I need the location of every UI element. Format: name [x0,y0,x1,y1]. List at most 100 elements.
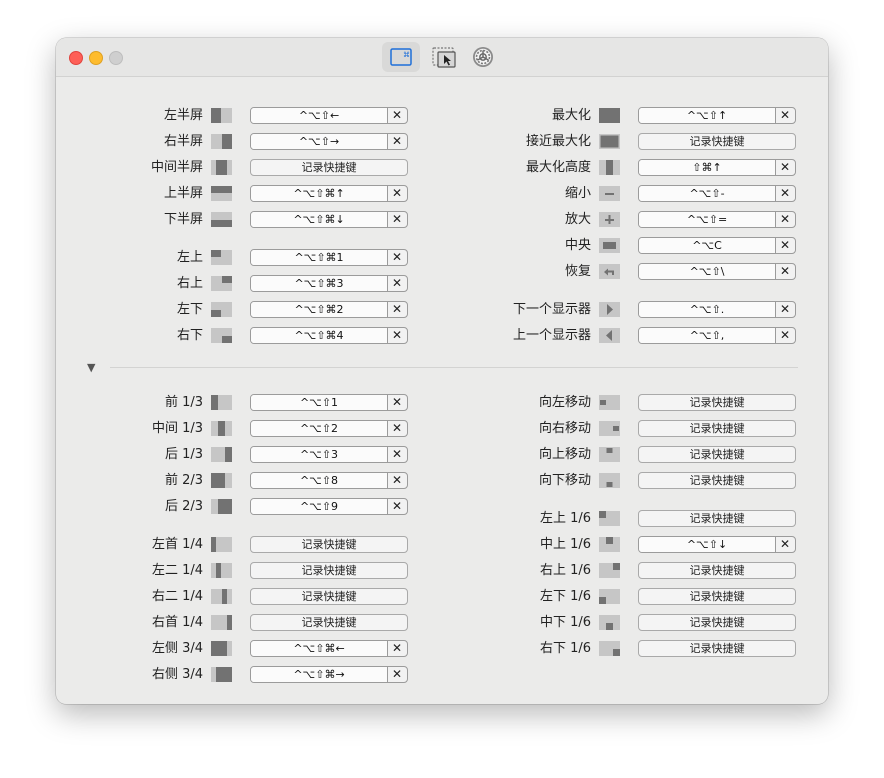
shortcut-field[interactable]: ^⌥⇧= ✕ [638,211,796,228]
move-down-icon [599,473,620,488]
tab-shortcuts[interactable]: ⌘ [382,42,420,72]
shortcut-label: 中下 1/6 [539,615,591,630]
shortcut-row: 右下 1/6 记录快捷键 [56,639,828,659]
previous-display-icon [599,328,620,343]
clear-shortcut-button[interactable]: ✕ [775,108,795,123]
shortcut-value[interactable]: ^⌥⇧- [639,186,776,201]
move-left-icon [599,395,620,410]
record-shortcut-button[interactable]: 记录快捷键 [638,614,796,631]
last-three-fourths-icon [211,667,232,682]
record-shortcut-button[interactable]: 记录快捷键 [638,394,796,411]
shortcut-label: 上一个显示器 [512,328,591,343]
title-bar: ⌘ [56,38,828,77]
record-shortcut-button[interactable]: 记录快捷键 [638,420,796,437]
bottom-center-sixth-icon [599,615,620,630]
shortcut-label: 中央 [564,238,591,253]
shortcut-field[interactable]: ^⌥C ✕ [638,237,796,254]
shortcut-value[interactable]: ^⌥⇧↓ [639,537,776,552]
shortcut-value[interactable]: ^⌥⇧, [639,328,776,343]
maximize-icon [599,108,620,123]
tab-snap-areas[interactable] [424,42,462,72]
shortcut-field[interactable]: ^⌥⇧. ✕ [638,301,796,318]
shortcut-label: 缩小 [564,186,591,201]
record-shortcut-button[interactable]: 记录快捷键 [638,446,796,463]
shortcut-field[interactable]: ^⌥⇧↓ ✕ [638,536,796,553]
clear-shortcut-button[interactable]: ✕ [775,264,795,279]
top-left-sixth-icon [599,511,620,526]
clear-shortcut-button[interactable]: ✕ [775,212,795,227]
shortcut-field[interactable]: ^⌥⇧⌘→ ✕ [250,666,408,683]
clear-shortcut-button[interactable]: ✕ [775,186,795,201]
shortcut-row: 接近最大化 记录快捷键 [56,132,828,152]
maximize-height-icon [599,160,620,175]
record-shortcut-button[interactable]: 记录快捷键 [638,640,796,657]
gear-icon [473,47,493,67]
shortcut-value[interactable]: ^⌥C [639,238,776,253]
tab-settings[interactable] [464,42,502,72]
clear-shortcut-button[interactable]: ✕ [775,328,795,343]
shortcut-row: 中下 1/6 记录快捷键 [56,613,828,633]
clear-shortcut-button[interactable]: ✕ [775,160,795,175]
minus-icon [599,186,620,201]
shortcut-value[interactable]: ^⌥⇧⌘→ [251,667,388,682]
shortcut-row: 向左移动 记录快捷键 [56,393,828,413]
shortcut-row: 上一个显示器 ^⌥⇧, ✕ [56,326,828,346]
record-shortcut-button[interactable]: 记录快捷键 [638,510,796,527]
shortcut-label: 接近最大化 [525,134,591,149]
record-shortcut-button[interactable]: 记录快捷键 [638,133,796,150]
shortcut-value[interactable]: ⇧⌘↑ [639,160,776,175]
record-shortcut-button[interactable]: 记录快捷键 [638,588,796,605]
shortcut-row: 恢复 ^⌥⇧\ ✕ [56,262,828,282]
shortcut-label: 最大化 [551,108,591,123]
minimize-window-button[interactable] [89,51,103,65]
shortcut-row: 缩小 ^⌥⇧- ✕ [56,184,828,204]
snap-area-icon [432,47,456,68]
next-display-icon [599,302,620,317]
shortcut-row: 最大化 ^⌥⇧↑ ✕ [56,106,828,126]
shortcut-label: 左上 1/6 [539,511,591,526]
shortcut-value[interactable]: ^⌥⇧\ [639,264,776,279]
shortcut-label: 恢复 [564,264,591,279]
shortcut-label: 向下移动 [538,473,591,488]
clear-shortcut-button[interactable]: ✕ [775,238,795,253]
shortcut-label: 右侧 3/4 [151,667,203,682]
top-center-sixth-icon [599,537,620,552]
shortcut-field[interactable]: ^⌥⇧↑ ✕ [638,107,796,124]
almost-maximize-icon [599,134,620,149]
shortcut-field[interactable]: ^⌥⇧\ ✕ [638,263,796,280]
shortcut-row: 中上 1/6 ^⌥⇧↓ ✕ [56,535,828,555]
shortcut-field[interactable]: ^⌥⇧- ✕ [638,185,796,202]
shortcut-label: 右下 1/6 [539,641,591,656]
clear-shortcut-button[interactable]: ✕ [387,667,407,682]
expand-toggle[interactable]: ▼ [87,362,95,374]
record-shortcut-button[interactable]: 记录快捷键 [638,562,796,579]
shortcut-value[interactable]: ^⌥⇧= [639,212,776,227]
shortcut-label: 向左移动 [538,395,591,410]
shortcut-row: 中央 ^⌥C ✕ [56,236,828,256]
shortcut-row: 右侧 3/4 ^⌥⇧⌘→ ✕ [56,665,828,685]
shortcut-value[interactable]: ^⌥⇧↑ [639,108,776,123]
keyboard-shortcut-icon: ⌘ [390,48,412,66]
preferences-window: ⌘ ▼ 左半屏 ^⌥⇧← ✕ 右半屏 ^⌥⇧→ ✕ 中间半屏 记录快捷键 上半屏 ^⌥⇧⌘↑ ✕ 下半… [56,38,828,704]
shortcut-row: 向上移动 记录快捷键 [56,445,828,465]
shortcut-value[interactable]: ^⌥⇧. [639,302,776,317]
clear-shortcut-button[interactable]: ✕ [775,537,795,552]
shortcut-field[interactable]: ^⌥⇧, ✕ [638,327,796,344]
center-icon [599,238,620,253]
move-right-icon [599,421,620,436]
shortcut-label: 最大化高度 [525,160,591,175]
shortcut-row: 左上 1/6 记录快捷键 [56,509,828,529]
svg-text:⌘: ⌘ [403,51,410,59]
close-window-button[interactable] [69,51,83,65]
shortcut-label: 右上 1/6 [539,563,591,578]
shortcut-row: 最大化高度 ⇧⌘↑ ✕ [56,158,828,178]
shortcut-row: 右上 1/6 记录快捷键 [56,561,828,581]
record-shortcut-button[interactable]: 记录快捷键 [638,472,796,489]
zoom-window-button[interactable] [109,51,123,65]
shortcut-field[interactable]: ⇧⌘↑ ✕ [638,159,796,176]
shortcut-row: 放大 ^⌥⇧= ✕ [56,210,828,230]
clear-shortcut-button[interactable]: ✕ [775,302,795,317]
plus-icon [599,212,620,227]
shortcut-row: 下一个显示器 ^⌥⇧. ✕ [56,300,828,320]
move-up-icon [599,447,620,462]
